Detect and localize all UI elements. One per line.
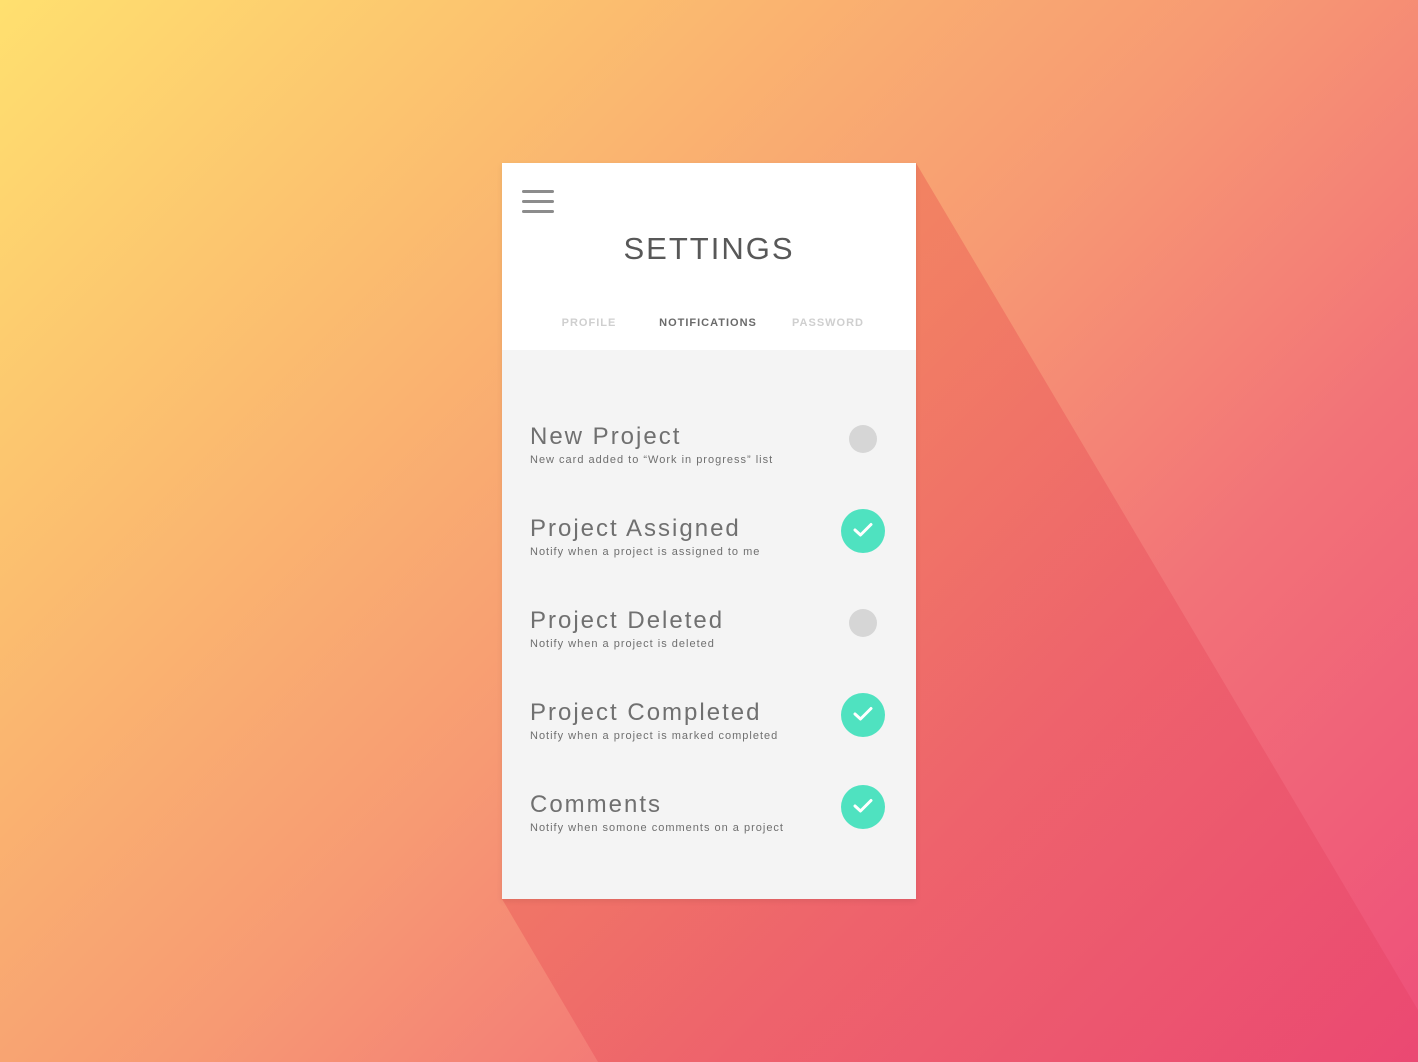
setting-title: Comments xyxy=(530,791,663,818)
hamburger-menu-icon[interactable] xyxy=(522,190,554,214)
setting-description: Notify when a project is assigned to me xyxy=(530,546,761,558)
tab-profile[interactable]: PROFILE xyxy=(529,317,649,329)
setting-title: New Project xyxy=(530,423,682,450)
setting-description: Notify when a project is marked complete… xyxy=(530,730,779,742)
tab-password[interactable]: PASSWORD xyxy=(768,317,888,329)
tab-notifications[interactable]: NOTIFICATIONS xyxy=(648,317,768,329)
checkmark-icon xyxy=(853,799,873,813)
setting-title: Project Deleted xyxy=(530,607,725,634)
toggle-off[interactable] xyxy=(849,609,877,637)
toggle-on[interactable] xyxy=(841,785,885,829)
setting-row-new-project: New Project New card added to “Work in p… xyxy=(502,423,916,493)
setting-title: Project Assigned xyxy=(530,515,741,542)
setting-title: Project Completed xyxy=(530,699,762,726)
settings-tabs: PROFILE NOTIFICATIONS PASSWORD xyxy=(502,317,916,331)
toggle-off[interactable] xyxy=(849,425,877,453)
page-title: SETTINGS xyxy=(623,231,795,266)
settings-card: SETTINGS PROFILE NOTIFICATIONS PASSWORD … xyxy=(502,163,916,899)
setting-row-project-deleted: Project Deleted Notify when a project is… xyxy=(502,607,916,677)
checkmark-icon xyxy=(853,707,873,721)
toggle-on[interactable] xyxy=(841,693,885,737)
setting-row-comments: Comments Notify when somone comments on … xyxy=(502,785,916,861)
setting-description: Notify when a project is deleted xyxy=(530,638,715,650)
setting-row-project-assigned: Project Assigned Notify when a project i… xyxy=(502,509,916,585)
settings-header: SETTINGS PROFILE NOTIFICATIONS PASSWORD xyxy=(502,163,916,350)
setting-row-project-completed: Project Completed Notify when a project … xyxy=(502,693,916,769)
setting-description: Notify when somone comments on a project xyxy=(530,822,784,834)
toggle-on[interactable] xyxy=(841,509,885,553)
checkmark-icon xyxy=(853,523,873,537)
setting-description: New card added to “Work in progress” lis… xyxy=(530,454,774,466)
